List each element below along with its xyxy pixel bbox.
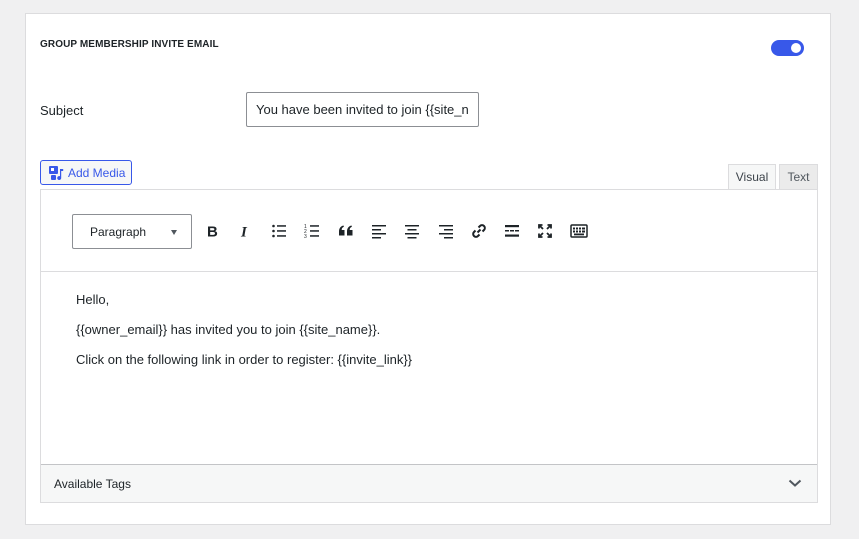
- tab-visual[interactable]: Visual: [728, 164, 776, 190]
- format-select[interactable]: Paragraph: [72, 214, 192, 249]
- italic-icon: I: [240, 225, 248, 241]
- toolbar-toggle-button[interactable]: [568, 220, 590, 242]
- tab-text[interactable]: Text: [779, 164, 818, 190]
- svg-text:I: I: [240, 225, 248, 241]
- available-tags-label: Available Tags: [54, 476, 131, 491]
- enable-email-toggle[interactable]: [771, 40, 804, 56]
- align-left-icon: [372, 225, 386, 239]
- format-select-value: Paragraph: [90, 224, 147, 239]
- align-left-button[interactable]: [368, 220, 390, 242]
- add-media-label: Add Media: [68, 165, 126, 180]
- caret-down-icon: [171, 230, 177, 235]
- body-line-invite: {{owner_email}} has invited you to join …: [76, 322, 381, 337]
- numbered-list-icon: 1 2 3: [304, 224, 319, 240]
- toggle-knob: [791, 43, 801, 53]
- editor-content[interactable]: Hello, {{owner_email}} has invited you t…: [41, 272, 817, 464]
- svg-text:B: B: [207, 224, 218, 241]
- bulleted-list-icon: [272, 224, 286, 238]
- section-title: GROUP MEMBERSHIP INVITE EMAIL: [40, 39, 219, 50]
- chevron-down-icon: [788, 479, 802, 487]
- align-right-icon: [439, 225, 453, 239]
- link-icon: [472, 224, 486, 238]
- toolbar-toggle-icon: [570, 224, 588, 238]
- subject-label: Subject: [40, 103, 84, 118]
- body-line-greeting: Hello,: [76, 292, 110, 307]
- add-media-button[interactable]: Add Media: [40, 160, 133, 185]
- align-right-button[interactable]: [435, 220, 457, 242]
- align-center-icon: [405, 225, 419, 239]
- body-line-register: Click on the following link in order to …: [76, 352, 413, 367]
- italic-button[interactable]: I: [234, 220, 256, 242]
- rich-text-editor: Paragraph B I 1 2 3 Hello, {{owner_email…: [40, 189, 818, 503]
- available-tags-accordion[interactable]: Available Tags: [41, 464, 817, 502]
- fullscreen-button[interactable]: [534, 220, 556, 242]
- media-icon: [49, 165, 64, 180]
- align-center-button[interactable]: [401, 220, 423, 242]
- read-more-icon: [505, 225, 519, 237]
- subject-input[interactable]: [246, 92, 479, 127]
- blockquote-icon: [339, 225, 353, 236]
- bold-icon: B: [207, 224, 218, 241]
- email-settings-card: GROUP MEMBERSHIP INVITE EMAIL Subject Ad…: [25, 13, 831, 525]
- insert-link-button[interactable]: [468, 220, 490, 242]
- numbered-list-button[interactable]: 1 2 3: [301, 220, 323, 242]
- bulleted-list-button[interactable]: [268, 220, 290, 242]
- read-more-button[interactable]: [501, 220, 523, 242]
- blockquote-button[interactable]: [335, 220, 357, 242]
- editor-toolbar: Paragraph B I 1 2 3: [41, 190, 817, 272]
- svg-text:3: 3: [304, 234, 307, 240]
- bold-button[interactable]: B: [201, 220, 223, 242]
- fullscreen-icon: [538, 224, 552, 238]
